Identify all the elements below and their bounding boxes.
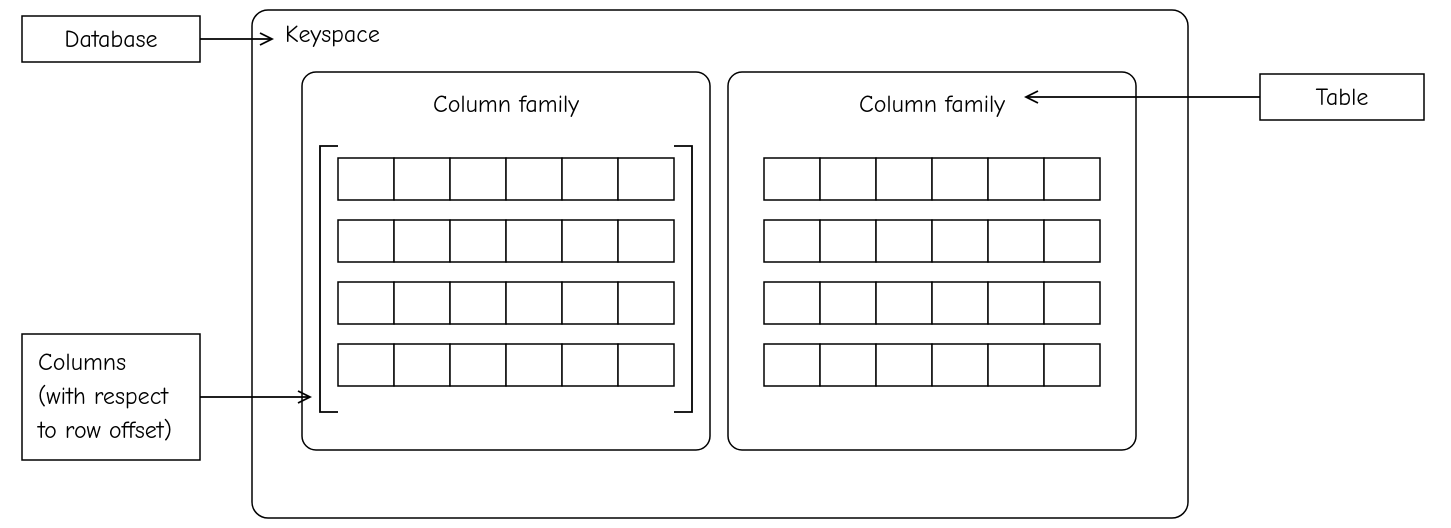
grid-cell <box>394 282 450 324</box>
grid-right <box>764 158 1100 386</box>
grid-cell <box>1044 220 1100 262</box>
grid-cell <box>506 344 562 386</box>
grid-cell <box>506 282 562 324</box>
grid-left <box>338 158 674 386</box>
grid-cell <box>876 158 932 200</box>
grid-cell <box>618 344 674 386</box>
grid-cell <box>820 282 876 324</box>
grid-cell <box>562 220 618 262</box>
grid-cell <box>932 282 988 324</box>
grid-cell <box>394 158 450 200</box>
grid-cell <box>618 158 674 200</box>
keyspace-box <box>252 10 1188 518</box>
column-family-left-label: Column family <box>433 90 579 118</box>
grid-cell <box>1044 282 1100 324</box>
grid-cell <box>450 220 506 262</box>
left-bracket-icon <box>320 146 338 412</box>
grid-cell <box>876 344 932 386</box>
grid-cell <box>1044 158 1100 200</box>
grid-cell <box>932 158 988 200</box>
table-label: Table <box>1316 83 1369 111</box>
grid-cell <box>506 220 562 262</box>
grid-cell <box>562 344 618 386</box>
grid-cell <box>876 282 932 324</box>
grid-cell <box>338 158 394 200</box>
grid-cell <box>338 220 394 262</box>
grid-cell <box>764 344 820 386</box>
column-family-right-label: Column family <box>859 90 1005 118</box>
grid-cell <box>562 158 618 200</box>
columns-label-line1: Columns <box>38 348 126 376</box>
grid-cell <box>764 282 820 324</box>
grid-cell <box>562 282 618 324</box>
grid-cell <box>450 344 506 386</box>
grid-cell <box>764 158 820 200</box>
grid-cell <box>876 220 932 262</box>
grid-cell <box>820 344 876 386</box>
grid-cell <box>820 158 876 200</box>
columns-label-line3: to row offset) <box>37 416 172 444</box>
keyspace-label: Keyspace <box>285 20 380 48</box>
grid-cell <box>338 282 394 324</box>
grid-cell <box>932 220 988 262</box>
grid-cell <box>1044 344 1100 386</box>
grid-cell <box>338 344 394 386</box>
grid-cell <box>450 158 506 200</box>
grid-cell <box>394 344 450 386</box>
database-label: Database <box>64 25 157 53</box>
grid-cell <box>932 344 988 386</box>
grid-cell <box>450 282 506 324</box>
grid-cell <box>764 220 820 262</box>
grid-cell <box>988 158 1044 200</box>
grid-cell <box>988 344 1044 386</box>
grid-cell <box>988 220 1044 262</box>
columns-label-line2: (with respect <box>38 382 169 410</box>
grid-cell <box>618 282 674 324</box>
right-bracket-icon <box>674 146 692 412</box>
grid-cell <box>506 158 562 200</box>
grid-cell <box>394 220 450 262</box>
grid-cell <box>618 220 674 262</box>
grid-cell <box>988 282 1044 324</box>
grid-cell <box>820 220 876 262</box>
